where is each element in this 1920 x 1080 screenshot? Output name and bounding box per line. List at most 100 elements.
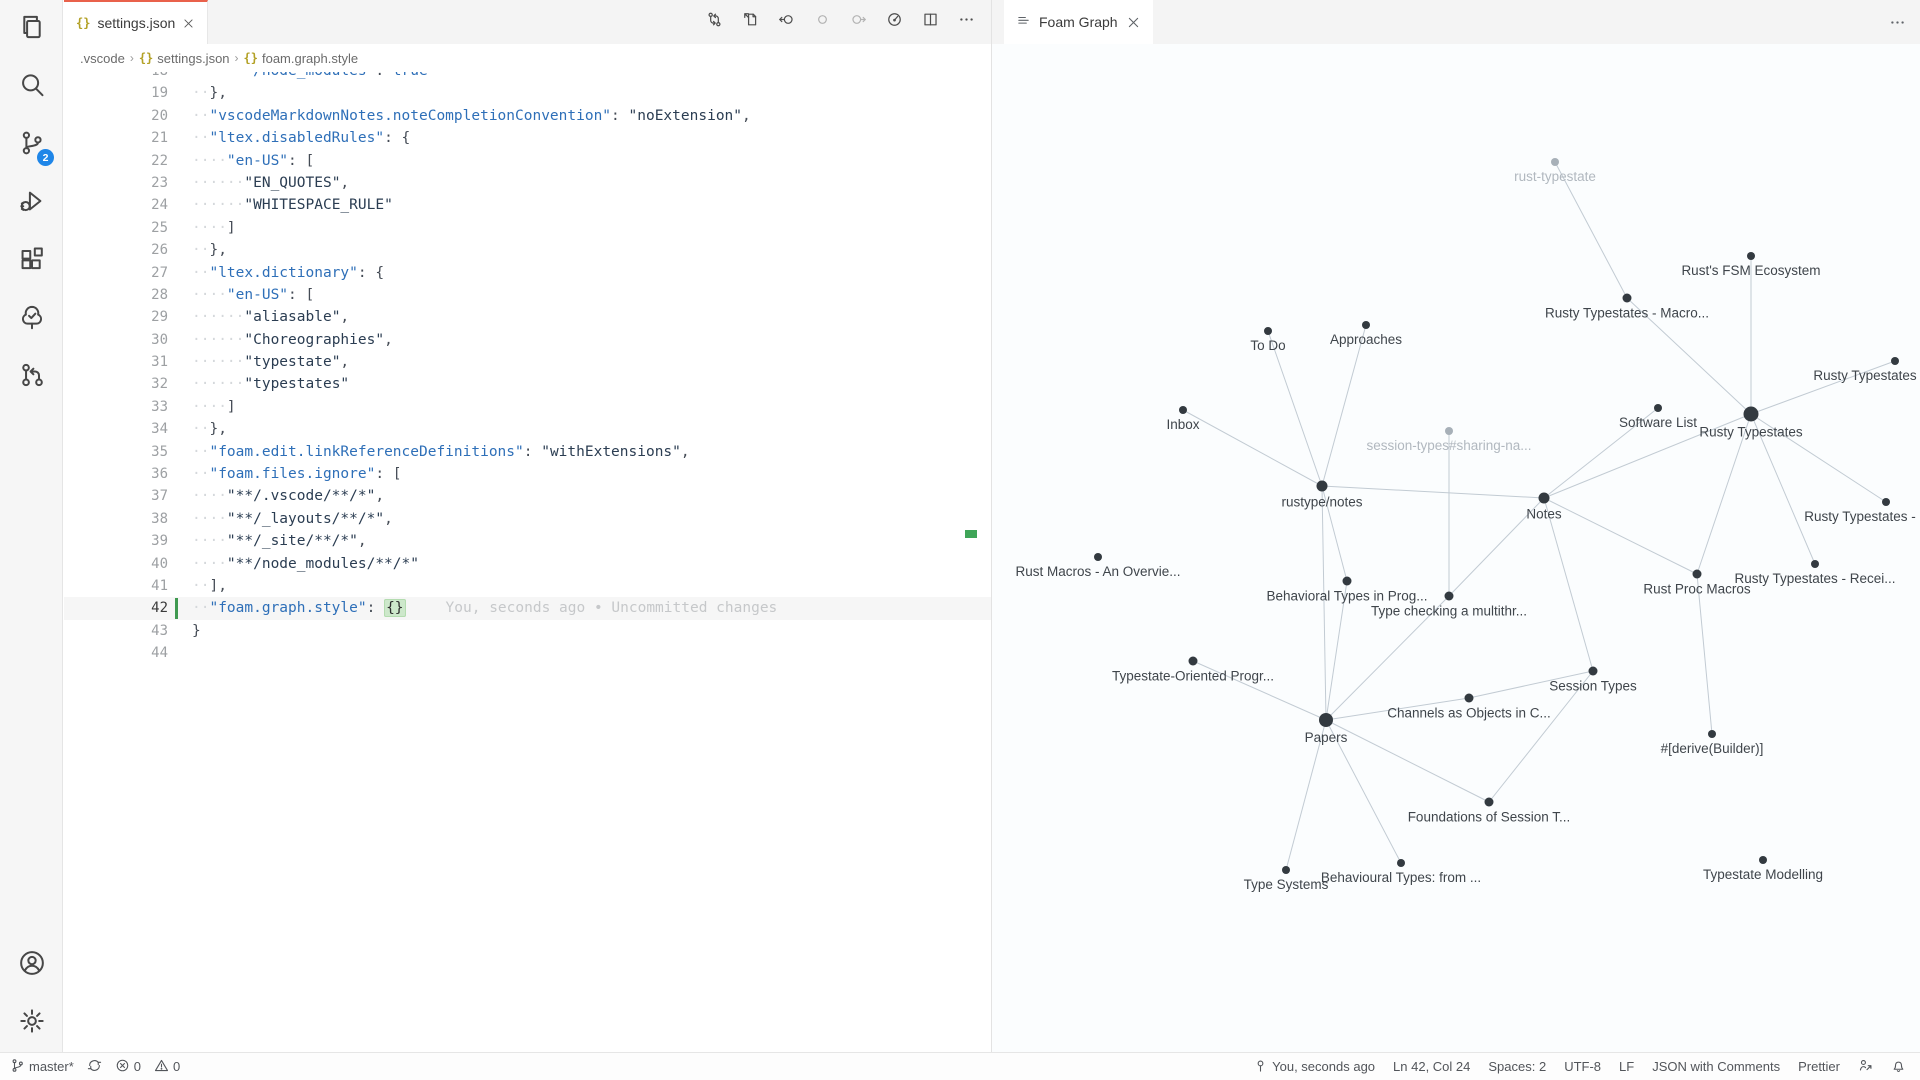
activity-item-todo-tree[interactable] <box>0 290 63 348</box>
graph-node[interactable] <box>1445 427 1453 435</box>
tab-foam-graph[interactable]: Foam Graph <box>1004 0 1153 44</box>
status-eol[interactable]: LF <box>1619 1053 1634 1080</box>
graph-node[interactable] <box>1343 577 1352 586</box>
graph-node[interactable] <box>1693 570 1702 579</box>
activity-item-search[interactable] <box>0 58 63 116</box>
status-sync[interactable] <box>87 1053 102 1080</box>
code-line-20[interactable]: 20··"vscodeMarkdownNotes.noteCompletionC… <box>64 105 991 127</box>
graph-node[interactable] <box>1282 866 1290 874</box>
code-line-26[interactable]: 26··}, <box>64 239 991 261</box>
code-line-27[interactable]: 27··"ltex.dictionary": { <box>64 262 991 284</box>
close-icon[interactable] <box>182 17 195 30</box>
line-number: 40 <box>64 553 168 575</box>
line-number: 42 <box>64 597 168 619</box>
code-line-35[interactable]: 35··"foam.edit.linkReferenceDefinitions"… <box>64 441 991 463</box>
activity-item-account[interactable] <box>0 936 63 994</box>
status-feedback[interactable] <box>1858 1053 1873 1080</box>
open-changes-button[interactable] <box>699 7 729 37</box>
code-text: ··}, <box>192 239 991 261</box>
activity-item-extensions[interactable] <box>0 232 63 290</box>
graph-node[interactable] <box>1654 404 1662 412</box>
code-line-29[interactable]: 29······"aliasable", <box>64 306 991 328</box>
code-line-31[interactable]: 31······"typestate", <box>64 351 991 373</box>
graph-node[interactable] <box>1744 407 1759 422</box>
graph-node[interactable] <box>1891 357 1899 365</box>
graph-node[interactable] <box>1397 859 1405 867</box>
line-number: 21 <box>64 127 168 149</box>
gutter-heatmap-button[interactable] <box>879 7 909 37</box>
status-encoding[interactable]: UTF-8 <box>1564 1053 1601 1080</box>
code-line-39[interactable]: 39····"**/_site/**/*", <box>64 530 991 552</box>
graph-node[interactable] <box>1551 158 1559 166</box>
status-language-mode[interactable]: JSON with Comments <box>1652 1053 1780 1080</box>
breadcrumb-item[interactable]: {}settings.json <box>139 51 230 66</box>
previous-change-button[interactable] <box>771 7 801 37</box>
code-line-42[interactable]: 42··"foam.graph.style": {}You, seconds a… <box>64 597 991 619</box>
code-line-40[interactable]: 40····"**/node_modules/**/*" <box>64 553 991 575</box>
activity-item-explorer[interactable] <box>0 0 63 58</box>
breadcrumb-item[interactable]: {}foam.graph.style <box>244 51 359 66</box>
graph-node[interactable] <box>1759 856 1767 864</box>
code-line-19[interactable]: 19··}, <box>64 82 991 104</box>
code-line-37[interactable]: 37····"**/.vscode/**/*", <box>64 485 991 507</box>
code-line-21[interactable]: 21··"ltex.disabledRules": { <box>64 127 991 149</box>
graph-node[interactable] <box>1747 252 1755 260</box>
graph-node[interactable] <box>1317 481 1328 492</box>
open-preview-button[interactable] <box>735 7 765 37</box>
graph-node[interactable] <box>1264 327 1272 335</box>
change-indicator-button[interactable] <box>807 7 837 37</box>
more-actions-button[interactable] <box>951 7 981 37</box>
code-editor[interactable]: 18····"**/node_modules": true19··},20··"… <box>64 72 991 1052</box>
split-editor-button[interactable] <box>915 7 945 37</box>
code-line-33[interactable]: 33····] <box>64 396 991 418</box>
more-actions-icon[interactable] <box>1889 0 1906 44</box>
status-blame-status[interactable]: You, seconds ago <box>1253 1053 1375 1080</box>
status-notifications[interactable] <box>1891 1053 1906 1080</box>
line-number: 31 <box>64 351 168 373</box>
graph-node[interactable] <box>1179 406 1187 414</box>
graph-node-label: Session Types <box>1549 679 1637 694</box>
code-line-18[interactable]: 18····"**/node_modules": true <box>64 72 991 82</box>
graph-node[interactable] <box>1189 657 1198 666</box>
next-change-button[interactable] <box>843 7 873 37</box>
close-icon[interactable] <box>1126 15 1141 30</box>
code-line-30[interactable]: 30······"Choreographies", <box>64 329 991 351</box>
code-line-34[interactable]: 34··}, <box>64 418 991 440</box>
graph-node[interactable] <box>1445 592 1454 601</box>
code-line-32[interactable]: 32······"typestates" <box>64 373 991 395</box>
code-line-36[interactable]: 36··"foam.files.ignore": [ <box>64 463 991 485</box>
code-line-24[interactable]: 24······"WHITESPACE_RULE" <box>64 194 991 216</box>
code-line-23[interactable]: 23······"EN_QUOTES", <box>64 172 991 194</box>
graph-node[interactable] <box>1882 498 1890 506</box>
breadcrumb-item[interactable]: .vscode <box>80 51 125 66</box>
status-errors[interactable]: 0 <box>115 1053 141 1080</box>
graph-node[interactable] <box>1539 493 1550 504</box>
activity-item-source-control[interactable]: 2 <box>0 116 63 174</box>
graph-node[interactable] <box>1623 294 1632 303</box>
graph-node[interactable] <box>1362 321 1370 329</box>
activity-item-git-graph[interactable] <box>0 348 63 406</box>
code-line-41[interactable]: 41··], <box>64 575 991 597</box>
code-line-22[interactable]: 22····"en-US": [ <box>64 150 991 172</box>
graph-node[interactable] <box>1094 553 1102 561</box>
code-text: ··}, <box>192 418 991 440</box>
graph-node[interactable] <box>1485 798 1494 807</box>
code-line-28[interactable]: 28····"en-US": [ <box>64 284 991 306</box>
code-line-38[interactable]: 38····"**/_layouts/**/*", <box>64 508 991 530</box>
code-line-44[interactable]: 44 <box>64 642 991 664</box>
graph-node[interactable] <box>1811 560 1819 568</box>
status-cursor-position[interactable]: Ln 42, Col 24 <box>1393 1053 1470 1080</box>
activity-item-run-debug[interactable] <box>0 174 63 232</box>
code-line-25[interactable]: 25····] <box>64 217 991 239</box>
graph-node[interactable] <box>1708 730 1716 738</box>
graph-node[interactable] <box>1319 713 1333 727</box>
status-git-branch[interactable]: master* <box>10 1053 74 1080</box>
tab-settings-json[interactable]: {} settings.json <box>64 0 208 44</box>
status-formatter[interactable]: Prettier <box>1798 1053 1840 1080</box>
graph-node[interactable] <box>1589 667 1598 676</box>
graph-node[interactable] <box>1465 694 1474 703</box>
status-warnings[interactable]: 0 <box>154 1053 180 1080</box>
code-line-43[interactable]: 43} <box>64 620 991 642</box>
status-indentation[interactable]: Spaces: 2 <box>1488 1053 1546 1080</box>
activity-item-settings[interactable] <box>0 994 63 1052</box>
